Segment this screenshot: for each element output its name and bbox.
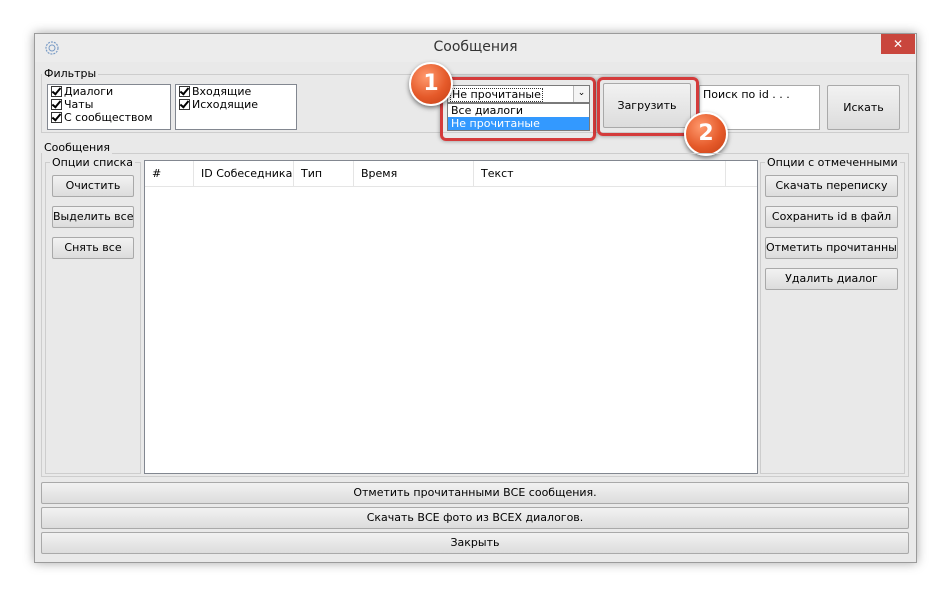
checkbox-checked-icon (179, 86, 190, 97)
checkbox-label: Чаты (64, 98, 94, 111)
select-all-button[interactable]: Выделить все (52, 206, 134, 228)
checkbox-outgoing[interactable]: Исходящие (176, 98, 296, 111)
table-header: # ID Собеседника Тип Время Текст (145, 161, 757, 187)
checkbox-checked-icon (51, 99, 62, 110)
step-1-badge: 1 (409, 62, 453, 106)
mark-read-button[interactable]: Отметить прочитанными (765, 237, 898, 259)
search-button[interactable]: Искать (827, 85, 900, 130)
step-2-badge: 2 (684, 112, 728, 156)
checkbox-checked-icon (51, 112, 62, 123)
checkbox-label: Диалоги (64, 85, 114, 98)
save-ids-button[interactable]: Сохранить id в файл (765, 206, 898, 228)
checkbox-dialogs[interactable]: Диалоги (48, 85, 170, 98)
deselect-all-button[interactable]: Снять все (52, 237, 134, 259)
chat-type-checklist: Диалоги Чаты С сообществом (47, 84, 171, 130)
mark-all-read-button[interactable]: Отметить прочитанными ВСЕ сообщения. (41, 482, 909, 504)
column-header-peer-id[interactable]: ID Собеседника (194, 161, 294, 186)
messages-window: Сообщения ✕ Фильтры Диалоги Чаты С сообщ… (34, 33, 917, 563)
window-title: Сообщения (433, 39, 518, 55)
checkbox-label: С сообществом (64, 111, 153, 124)
checkbox-label: Исходящие (192, 98, 259, 111)
close-window-button[interactable]: ✕ (881, 34, 915, 54)
selected-options-label: Опции с отмеченными (765, 156, 900, 169)
checkbox-checked-icon (51, 86, 62, 97)
column-header-time[interactable]: Время (354, 161, 474, 186)
list-options-label: Опции списка (50, 156, 135, 169)
download-all-photos-button[interactable]: Скачать ВСЕ фото из ВСЕХ диалогов. (41, 507, 909, 529)
download-conversation-button[interactable]: Скачать переписку (765, 175, 898, 197)
checkbox-label: Входящие (192, 85, 252, 98)
column-header-number[interactable]: # (145, 161, 194, 186)
checkbox-chats[interactable]: Чаты (48, 98, 170, 111)
title-bar: Сообщения ✕ (35, 34, 916, 62)
messages-group-label: Сообщения (42, 141, 113, 154)
direction-checklist: Входящие Исходящие (175, 84, 297, 130)
filters-group-label: Фильтры (42, 67, 99, 80)
dropdown-highlight (440, 77, 596, 141)
column-header-text[interactable]: Текст (474, 161, 726, 186)
load-button-highlight (597, 77, 699, 136)
checkbox-incoming[interactable]: Входящие (176, 85, 296, 98)
clear-button[interactable]: Очистить (52, 175, 134, 197)
checkbox-community[interactable]: С сообществом (48, 111, 170, 124)
column-header-type[interactable]: Тип (294, 161, 354, 186)
messages-table[interactable]: # ID Собеседника Тип Время Текст (144, 160, 758, 474)
close-button[interactable]: Закрыть (41, 532, 909, 554)
delete-dialog-button[interactable]: Удалить диалог (765, 268, 898, 290)
checkbox-checked-icon (179, 99, 190, 110)
